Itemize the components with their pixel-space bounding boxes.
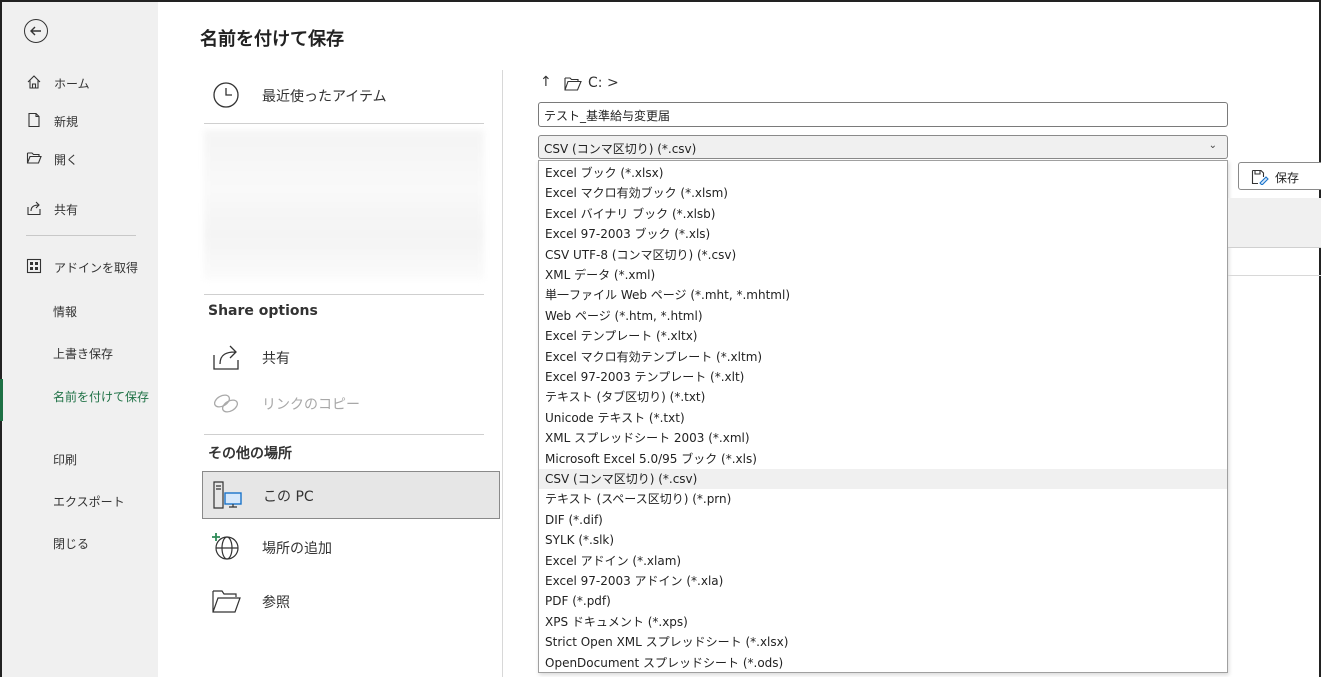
file-type-option[interactable]: Excel ブック (*.xlsx) — [539, 163, 1227, 183]
up-arrow-icon[interactable]: ↑ — [540, 74, 552, 90]
nav-item-home[interactable]: ホーム — [2, 66, 158, 98]
nav-item-new[interactable]: 新規 — [2, 104, 158, 136]
nav-label: 情報 — [53, 305, 78, 319]
location-label: 共有 — [262, 351, 290, 367]
column-divider — [502, 70, 503, 677]
nav-item-saveas[interactable]: 名前を付けて保存 — [2, 384, 158, 424]
file-type-option[interactable]: テキスト (タブ区切り) (*.txt) — [539, 387, 1227, 407]
file-type-option[interactable]: XML データ (*.xml) — [539, 265, 1227, 285]
folder-icon — [564, 77, 582, 91]
nav-label: 新規 — [54, 115, 79, 129]
nav-label: アドインを取得 — [54, 261, 139, 275]
file-type-option[interactable]: Excel マクロ有効ブック (*.xlsm) — [539, 183, 1227, 203]
file-type-option[interactable]: Unicode テキスト (*.txt) — [539, 408, 1227, 428]
file-type-option[interactable]: Web ページ (*.htm, *.html) — [539, 306, 1227, 326]
file-type-select[interactable]: CSV (コンマ区切り) (*.csv) ⌄ — [538, 135, 1228, 159]
file-type-option[interactable]: Excel バイナリ ブック (*.xlsb) — [539, 204, 1227, 224]
file-type-option[interactable]: Excel アドイン (*.xlam) — [539, 551, 1227, 571]
file-type-option[interactable]: Excel 97-2003 テンプレート (*.xlt) — [539, 367, 1227, 387]
clock-icon — [213, 82, 239, 108]
location-browse[interactable]: 参照 — [202, 578, 500, 624]
file-type-dropdown: Excel ブック (*.xlsx) Excel マクロ有効ブック (*.xlsm… — [538, 160, 1228, 673]
other-locations-heading: その他の場所 — [208, 446, 292, 462]
file-type-option[interactable]: SYLK (*.slk) — [539, 530, 1227, 550]
file-list-header — [1228, 198, 1321, 248]
nav-label: ホーム — [54, 77, 90, 91]
save-disk-icon — [1251, 169, 1269, 185]
divider — [204, 294, 484, 295]
arrow-left-icon — [30, 26, 41, 36]
file-type-option[interactable]: CSV (コンマ区切り) (*.csv) — [539, 469, 1227, 490]
file-type-option[interactable]: Microsoft Excel 5.0/95 ブック (*.xls) — [539, 449, 1227, 469]
file-type-option[interactable]: OpenDocument スプレッドシート (*.ods) — [539, 653, 1227, 673]
computer-icon — [213, 481, 242, 509]
location-share[interactable]: 共有 — [202, 334, 500, 380]
share-icon — [27, 201, 41, 216]
file-type-option[interactable]: XPS ドキュメント (*.xps) — [539, 612, 1227, 632]
location-recent[interactable]: 最近使ったアイテム — [202, 72, 500, 118]
location-label: この PC — [263, 489, 314, 505]
file-type-value: CSV (コンマ区切り) (*.csv) — [544, 142, 697, 156]
nav-item-open[interactable]: 開く — [2, 142, 158, 174]
divider — [204, 123, 484, 124]
share-options-heading: Share options — [208, 303, 318, 319]
location-copy-link[interactable]: リンクのコピー — [202, 380, 500, 426]
new-document-icon — [28, 112, 40, 128]
nav-label: 上書き保存 — [53, 347, 114, 361]
location-add-place[interactable]: 場所の追加 — [202, 524, 500, 570]
file-type-option[interactable]: 単一ファイル Web ページ (*.mht, *.mhtml) — [539, 285, 1227, 305]
backstage-nav: ホーム 新規 開く 共有 アドインを取得 情報 上書き保存 名前を付けて保存 印… — [0, 2, 158, 677]
nav-label: 名前を付けて保存 — [53, 390, 150, 404]
location-label: 場所の追加 — [262, 541, 332, 557]
file-type-option[interactable]: XML スプレッドシート 2003 (*.xml) — [539, 428, 1227, 448]
filename-input[interactable]: テスト_基準給与変更届 — [538, 102, 1228, 127]
addins-grid-icon — [26, 258, 42, 274]
folder-icon — [212, 590, 241, 613]
save-button[interactable]: 保存 — [1238, 162, 1321, 190]
nav-item-share[interactable]: 共有 — [2, 192, 158, 224]
share-icon — [213, 345, 239, 370]
add-place-globe-icon — [212, 533, 239, 560]
nav-label: 共有 — [54, 203, 79, 217]
file-type-option[interactable]: テキスト (スペース区切り) (*.prn) — [539, 489, 1227, 509]
divider — [1228, 275, 1321, 276]
file-type-option[interactable]: Excel テンプレート (*.xltx) — [539, 326, 1227, 346]
file-type-option[interactable]: Excel 97-2003 アドイン (*.xla) — [539, 571, 1227, 591]
file-type-option[interactable]: Excel 97-2003 ブック (*.xls) — [539, 224, 1227, 244]
file-type-option[interactable]: Excel マクロ有効テンプレート (*.xltm) — [539, 347, 1227, 367]
nav-label: エクスポート — [53, 495, 125, 509]
nav-label: 開く — [54, 153, 79, 167]
file-type-option[interactable]: DIF (*.dif) — [539, 510, 1227, 530]
save-button-label: 保存 — [1275, 171, 1300, 185]
file-type-option[interactable]: Strict Open XML スプレッドシート (*.xlsx) — [539, 632, 1227, 652]
page-title: 名前を付けて保存 — [200, 29, 344, 50]
back-button[interactable] — [24, 19, 48, 43]
file-type-option[interactable]: CSV UTF-8 (コンマ区切り) (*.csv) — [539, 245, 1227, 265]
nav-item-print[interactable]: 印刷 — [2, 442, 158, 474]
link-icon — [213, 394, 239, 413]
location-label: 最近使ったアイテム — [262, 89, 387, 105]
nav-item-export[interactable]: エクスポート — [2, 484, 158, 516]
home-icon — [27, 75, 41, 89]
breadcrumb-path[interactable]: C: > — [588, 75, 619, 91]
divider — [204, 434, 484, 435]
nav-item-save[interactable]: 上書き保存 — [2, 336, 158, 368]
nav-label: 閉じる — [53, 537, 90, 551]
location-label: リンクのコピー — [262, 397, 360, 413]
nav-item-addins[interactable]: アドインを取得 — [2, 250, 158, 282]
blurred-region — [204, 130, 484, 280]
location-label: 参照 — [262, 595, 290, 611]
nav-label: 印刷 — [53, 453, 78, 467]
nav-item-close[interactable]: 閉じる — [2, 526, 158, 558]
chevron-down-icon: ⌄ — [1208, 140, 1217, 151]
location-this-pc[interactable]: この PC — [202, 471, 500, 519]
nav-item-info[interactable]: 情報 — [2, 294, 158, 326]
file-type-option[interactable]: PDF (*.pdf) — [539, 591, 1227, 611]
nav-divider — [26, 235, 136, 236]
open-folder-icon — [26, 152, 42, 164]
